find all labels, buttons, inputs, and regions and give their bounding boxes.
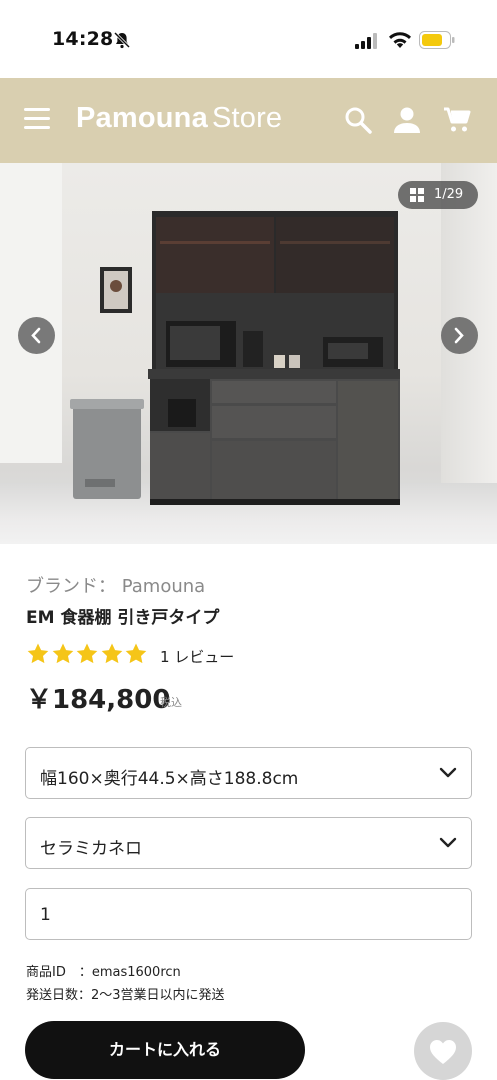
rating-stars[interactable] bbox=[26, 642, 149, 666]
star-icon bbox=[101, 643, 122, 664]
product-title: EM 食器棚 引き戸タイプ bbox=[26, 608, 220, 628]
size-select-value: 幅160×奥行44.5×高さ188.8cm bbox=[40, 769, 299, 789]
favorite-button[interactable] bbox=[414, 1022, 472, 1080]
product-id: 商品ID ：emas1600rcn bbox=[26, 965, 181, 980]
menu-icon[interactable] bbox=[24, 108, 50, 130]
product-image-gallery[interactable]: 1/29 bbox=[0, 163, 497, 544]
color-select-value: セラミカネロ bbox=[40, 839, 142, 859]
status-time: 14:28 bbox=[52, 28, 114, 50]
star-icon bbox=[27, 643, 49, 664]
review-count-link[interactable]: 1 レビュー bbox=[160, 646, 234, 667]
tax-label: 税込 bbox=[160, 696, 182, 709]
grid-icon bbox=[410, 188, 424, 202]
user-icon[interactable] bbox=[393, 106, 421, 134]
star-icon bbox=[52, 643, 73, 664]
battery-icon bbox=[419, 31, 455, 49]
star-icon bbox=[76, 643, 98, 664]
quantity-value: 1 bbox=[40, 905, 51, 925]
prev-image-button[interactable] bbox=[18, 317, 55, 354]
wifi-icon bbox=[389, 32, 411, 48]
shipping-days: 発送日数：2〜3営業日以内に発送 bbox=[26, 988, 225, 1003]
add-to-cart-button[interactable]: カートに入れる bbox=[25, 1021, 305, 1079]
brand-store: Store bbox=[211, 102, 283, 134]
signal-icon bbox=[355, 33, 377, 49]
chevron-down-icon bbox=[439, 767, 457, 778]
status-bar: 14:28 bbox=[0, 0, 497, 78]
chevron-left-icon bbox=[31, 327, 41, 344]
brand-line[interactable]: ブランド： Pamouna bbox=[26, 572, 205, 598]
next-image-button[interactable] bbox=[441, 317, 478, 354]
quantity-input[interactable]: 1 bbox=[25, 888, 472, 940]
heart-icon bbox=[430, 1040, 456, 1064]
color-select[interactable]: セラミカネロ bbox=[25, 817, 472, 869]
search-icon[interactable] bbox=[344, 106, 372, 134]
product-photo bbox=[70, 211, 400, 505]
cart-icon[interactable] bbox=[443, 106, 471, 134]
price: ￥184,800 bbox=[26, 685, 171, 715]
photo-counter[interactable]: 1/29 bbox=[398, 181, 478, 209]
app-header: Pamouna Store bbox=[0, 78, 497, 163]
size-select[interactable]: 幅160×奥行44.5×高さ188.8cm bbox=[25, 747, 472, 799]
star-icon bbox=[125, 643, 147, 664]
chevron-right-icon bbox=[454, 327, 464, 344]
chevron-down-icon bbox=[439, 837, 457, 848]
store-logo[interactable]: Pamouna Store bbox=[76, 102, 282, 135]
brand-name: Pamouna bbox=[76, 102, 208, 134]
bell-off-icon bbox=[113, 31, 131, 49]
photo-counter-text: 1/29 bbox=[434, 187, 464, 202]
